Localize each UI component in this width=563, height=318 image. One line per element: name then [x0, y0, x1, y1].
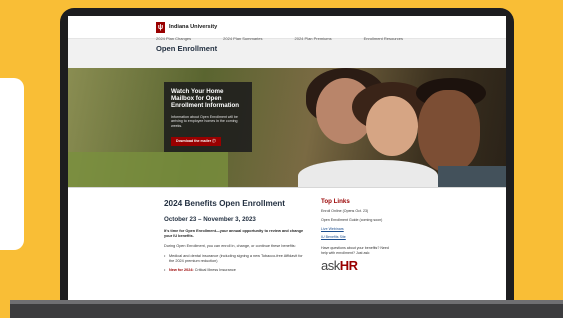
enroll-online-link[interactable]: Enroll Online (Opens Oct. 23): [321, 209, 393, 214]
trident-logo-icon[interactable]: ψ: [156, 21, 165, 33]
subnav-enrollment-resources[interactable]: Enrollment Resources: [364, 36, 403, 41]
university-name[interactable]: Indiana University: [169, 24, 217, 30]
hero-body: Information about Open Enrollment will b…: [171, 114, 238, 129]
hero-photo-shirt: [298, 160, 438, 188]
subnav-plan-premiums[interactable]: 2024 Plan Premiums: [295, 36, 332, 41]
hero-banner: Watch Your Home Mailbox for Open Enrollm…: [68, 68, 506, 188]
iu-benefits-link[interactable]: IU Benefits Site: [321, 235, 393, 240]
hero-photo-mother: [366, 96, 418, 156]
live-webinars-link[interactable]: Live Webinars: [321, 227, 393, 232]
new-badge: New for 2024:: [169, 268, 194, 273]
list-item-text: Medical and dental insurance (including …: [169, 253, 303, 263]
list-item: Medical and dental insurance (including …: [164, 254, 306, 264]
content-divider: [68, 187, 506, 188]
page-title: Open Enrollment: [156, 44, 218, 53]
list-item: New for 2024: Critical Illness Insurance: [164, 268, 306, 273]
subnav-plan-summaries[interactable]: 2024 Plan Summaries: [223, 36, 262, 41]
questions-text: Have questions about your benefits? Need…: [321, 246, 389, 255]
hero-photo-shirt-dark: [438, 166, 506, 188]
lead-text: It's time for Open Enrollment—your annua…: [164, 229, 304, 239]
laptop-base-edge: [10, 300, 563, 304]
subnav-plan-changes[interactable]: 2024 Plan Changes: [156, 36, 191, 41]
main-column: 2024 Benefits Open Enrollment October 23…: [164, 199, 306, 273]
download-mailer-button[interactable]: Download the mailer ⓘ: [171, 137, 221, 146]
top-links-title: Top Links: [321, 198, 350, 205]
laptop-frame: ψ Indiana University Open Enrollment 202…: [60, 8, 514, 308]
subnav: 2024 Plan Changes 2024 Plan Summaries 20…: [156, 36, 435, 41]
title-area: Open Enrollment: [68, 39, 506, 69]
askhr-logo[interactable]: askHR: [321, 258, 393, 273]
benefits-heading: 2024 Benefits Open Enrollment: [164, 199, 286, 208]
content-area: 2024 Benefits Open Enrollment October 23…: [68, 188, 506, 300]
laptop-screen: ψ Indiana University Open Enrollment 202…: [68, 16, 506, 300]
askhr-logo-bold: HR: [339, 257, 358, 273]
hero-photo-father: [418, 90, 480, 172]
enrollment-dates: October 23 – November 3, 2023: [164, 216, 256, 223]
list-item-text: Critical Illness Insurance: [194, 268, 236, 273]
side-card: [0, 78, 24, 250]
hero-heading: Watch Your Home Mailbox for Open Enrollm…: [171, 88, 240, 110]
intro-text: During Open Enrollment, you can enroll i…: [164, 244, 296, 249]
enrollment-guide-link[interactable]: Open Enrollment Guide (coming soon): [321, 218, 393, 223]
top-links-sidebar: Top Links Enroll Online (Opens Oct. 23) …: [321, 198, 393, 273]
hero-photo-grass: [68, 152, 228, 188]
hero-callout: Watch Your Home Mailbox for Open Enrollm…: [164, 82, 252, 152]
askhr-logo-light: ask: [321, 257, 340, 273]
